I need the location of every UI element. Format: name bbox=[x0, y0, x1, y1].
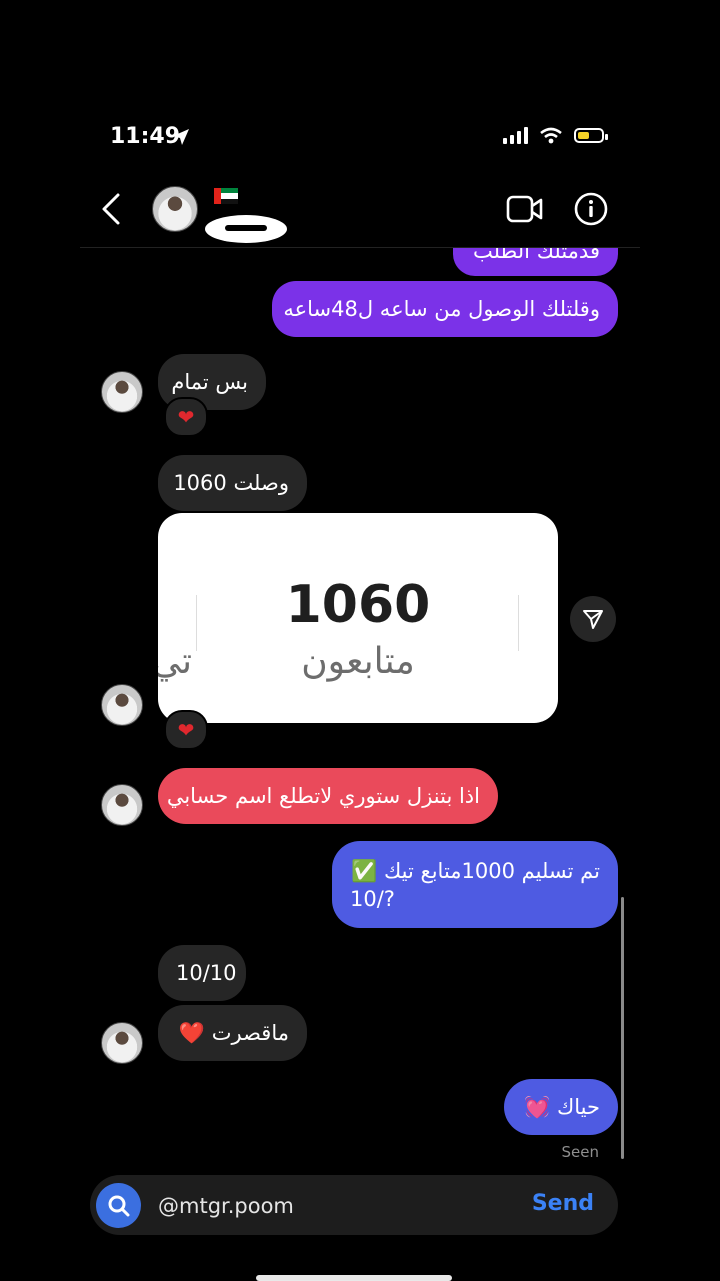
location-arrow-icon bbox=[173, 129, 189, 145]
sender-avatar[interactable] bbox=[101, 684, 143, 726]
sender-avatar[interactable] bbox=[101, 1022, 143, 1064]
message-received[interactable]: اذا بتنزل ستوري لاتطلع اسم حسابي bbox=[158, 768, 498, 824]
cellular-signal-icon bbox=[503, 126, 528, 144]
redacted-username[interactable] bbox=[205, 215, 287, 243]
contact-avatar[interactable] bbox=[152, 186, 198, 232]
image-follower-count: 1060 bbox=[285, 575, 431, 635]
battery-icon bbox=[574, 127, 608, 143]
uae-flag-icon bbox=[214, 188, 238, 204]
message-line: 10/? bbox=[350, 886, 395, 911]
message-input[interactable] bbox=[156, 1185, 510, 1227]
search-icon bbox=[108, 1195, 129, 1216]
scrollbar[interactable] bbox=[621, 897, 624, 1159]
wifi-icon bbox=[540, 127, 562, 143]
message-sent[interactable]: تم تسليم 1000متابع تيك ✅ 10/? bbox=[332, 841, 618, 928]
sender-avatar[interactable] bbox=[101, 784, 143, 826]
message-received[interactable]: ماقصرت ❤️ bbox=[158, 1005, 307, 1061]
message-sent-partial[interactable]: قدمتلك الطلب bbox=[453, 248, 618, 276]
message-composer: Send bbox=[90, 1175, 618, 1235]
sender-avatar[interactable] bbox=[101, 371, 143, 413]
status-icons bbox=[503, 126, 608, 144]
search-button[interactable] bbox=[96, 1183, 141, 1228]
info-button[interactable] bbox=[574, 192, 608, 226]
image-cut-label: تي bbox=[158, 641, 193, 682]
status-time: 11:49 bbox=[110, 124, 181, 149]
shared-image[interactable]: 1060 متابعون تي bbox=[158, 513, 558, 723]
paper-plane-icon bbox=[583, 610, 603, 629]
heart-reaction-icon[interactable]: ❤ bbox=[164, 710, 208, 750]
seen-status: Seen bbox=[561, 1143, 600, 1161]
send-button[interactable]: Send bbox=[532, 1191, 594, 1216]
home-indicator bbox=[256, 1275, 452, 1281]
message-received[interactable]: وصلت 1060 bbox=[158, 455, 307, 511]
message-line: تم تسليم 1000متابع تيك ✅ bbox=[351, 858, 600, 883]
back-button[interactable] bbox=[98, 192, 124, 226]
message-sent[interactable]: حياك 💓 bbox=[504, 1079, 618, 1135]
image-follower-label: متابعون bbox=[301, 641, 415, 682]
video-call-button[interactable] bbox=[506, 194, 544, 224]
message-sent[interactable]: وقلتلك الوصول من ساعه ل48ساعه bbox=[272, 281, 618, 337]
message-received[interactable]: 10/10 bbox=[158, 945, 246, 1001]
heart-reaction-icon[interactable]: ❤ bbox=[164, 397, 208, 437]
share-button[interactable] bbox=[570, 596, 616, 642]
